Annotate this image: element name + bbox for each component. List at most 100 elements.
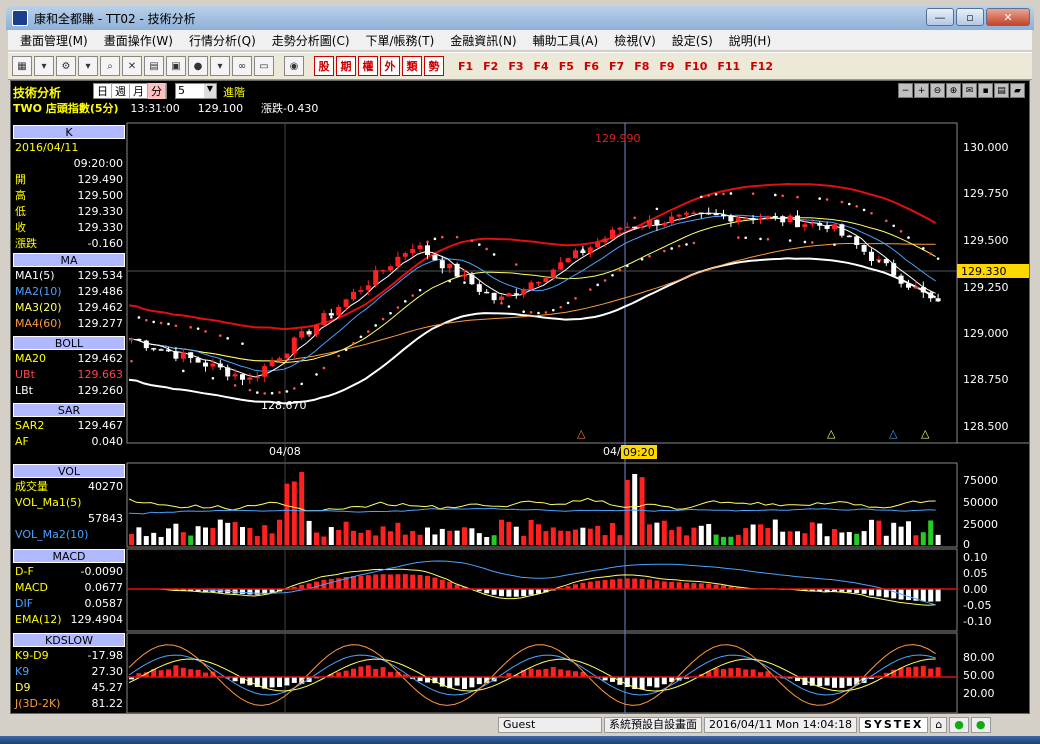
volume-bar bbox=[920, 532, 926, 545]
sar-dot bbox=[611, 273, 614, 277]
layout-icon[interactable]: ▦ bbox=[12, 56, 32, 76]
dropdown-icon[interactable]: ▾ bbox=[34, 56, 54, 76]
dropdown-icon[interactable]: ▾ bbox=[78, 56, 98, 76]
menu-item[interactable]: 畫面操作(W) bbox=[96, 32, 181, 49]
fkey-button[interactable]: F10 bbox=[681, 60, 712, 73]
candle-body bbox=[854, 236, 860, 246]
candle-body bbox=[373, 270, 379, 286]
sar-dot bbox=[352, 341, 355, 345]
candle-body bbox=[188, 352, 194, 359]
volume-bar bbox=[410, 530, 416, 545]
network-icon[interactable]: ⌂ bbox=[930, 717, 948, 733]
sar-dot bbox=[825, 198, 829, 201]
chart-canvas[interactable]: 130.000 129.750 129.500 129.250 129.000 … bbox=[11, 81, 1029, 713]
calculator-icon[interactable]: ▣ bbox=[166, 56, 186, 76]
kd-bar bbox=[365, 665, 371, 678]
candle-body bbox=[521, 289, 527, 295]
fkey-button[interactable]: F1 bbox=[454, 60, 477, 73]
menu-item[interactable]: 輔助工具(A) bbox=[525, 32, 607, 49]
sar-dot bbox=[226, 337, 229, 340]
fkey-button[interactable]: F4 bbox=[530, 60, 553, 73]
sar-dot bbox=[300, 382, 304, 386]
menu-item[interactable]: 走勢分析圖(C) bbox=[264, 32, 358, 49]
kd-bar bbox=[913, 666, 919, 678]
fkey-button[interactable]: F12 bbox=[746, 60, 777, 73]
candle-body bbox=[846, 235, 852, 238]
low-price-label: 128.670 bbox=[261, 399, 307, 412]
brand-logo-icon[interactable]: ◉ bbox=[284, 56, 304, 76]
app-logo-icon bbox=[12, 10, 28, 26]
volume-bar bbox=[676, 526, 682, 545]
volume-bar bbox=[402, 534, 408, 545]
signal-triangle-icon: △ bbox=[889, 427, 898, 440]
sar-dot bbox=[404, 300, 407, 303]
grid-icon[interactable]: ▤ bbox=[144, 56, 164, 76]
sar-dot bbox=[492, 253, 496, 256]
quick-futures-button[interactable]: 期 bbox=[336, 56, 356, 76]
candle-body bbox=[291, 337, 297, 354]
volume-bar bbox=[417, 534, 423, 545]
fkey-button[interactable]: F5 bbox=[555, 60, 578, 73]
close-window-icon[interactable]: ✕ bbox=[122, 56, 142, 76]
quick-foreign-button[interactable]: 外 bbox=[380, 56, 400, 76]
tools-icon[interactable]: ⚙ bbox=[56, 56, 76, 76]
search-icon[interactable]: ⌕ bbox=[100, 56, 120, 76]
candle-body bbox=[129, 338, 134, 341]
candle-body bbox=[173, 351, 179, 359]
status-bar: Guest 系統預設自設畫面 2016/04/11 Mon 14:04:18 S… bbox=[8, 716, 1032, 734]
volume-bar bbox=[743, 528, 749, 545]
fkey-button[interactable]: F11 bbox=[713, 60, 744, 73]
status-layout[interactable]: 系統預設自設畫面 bbox=[604, 717, 702, 733]
macd-bar bbox=[439, 579, 445, 590]
kd-bar bbox=[469, 677, 475, 688]
candle-body bbox=[713, 213, 719, 216]
fkey-button[interactable]: F6 bbox=[580, 60, 603, 73]
fkey-button[interactable]: F3 bbox=[504, 60, 527, 73]
volume-bar bbox=[225, 522, 231, 545]
dropdown-icon[interactable]: ▾ bbox=[210, 56, 230, 76]
macd-bar bbox=[632, 578, 638, 590]
sar-dot bbox=[907, 236, 910, 239]
kd-bar bbox=[713, 668, 719, 678]
volume-bar bbox=[136, 527, 142, 545]
candle-body bbox=[550, 269, 556, 279]
globe-icon[interactable]: ● bbox=[188, 56, 208, 76]
menu-item[interactable]: 畫面管理(M) bbox=[12, 32, 96, 49]
fkey-button[interactable]: F7 bbox=[605, 60, 628, 73]
quick-trend-button[interactable]: 勢 bbox=[424, 56, 444, 76]
close-button[interactable]: ✕ bbox=[986, 8, 1030, 26]
quick-stock-button[interactable]: 股 bbox=[314, 56, 334, 76]
menu-item[interactable]: 設定(S) bbox=[664, 32, 721, 49]
fkey-button[interactable]: F2 bbox=[479, 60, 502, 73]
maximize-button[interactable]: ▫ bbox=[956, 8, 984, 26]
kd-bar bbox=[839, 677, 845, 688]
volume-bar bbox=[173, 523, 179, 545]
sar-dot bbox=[589, 288, 592, 291]
candle-body bbox=[654, 219, 660, 226]
link-icon[interactable]: ∞ bbox=[232, 56, 252, 76]
macd-bar bbox=[654, 580, 660, 590]
window-icon[interactable]: ▭ bbox=[254, 56, 274, 76]
volume-bar bbox=[832, 529, 837, 545]
minimize-button[interactable]: — bbox=[926, 8, 954, 26]
menu-item[interactable]: 金融資訊(N) bbox=[442, 32, 524, 49]
menu-item[interactable]: 下單/帳務(T) bbox=[358, 32, 443, 49]
macd-bar bbox=[617, 578, 623, 590]
candle-body bbox=[817, 222, 823, 226]
sar-dot bbox=[707, 194, 710, 197]
price-tick: 129.750 bbox=[963, 187, 1009, 200]
fkey-button[interactable]: F9 bbox=[655, 60, 678, 73]
volume-bar bbox=[380, 526, 386, 545]
price-tick: 129.000 bbox=[963, 327, 1009, 340]
quick-options-button[interactable]: 權 bbox=[358, 56, 378, 76]
volume-bar bbox=[935, 534, 941, 545]
quick-category-button[interactable]: 類 bbox=[402, 56, 422, 76]
kd-bar bbox=[454, 677, 460, 686]
sar-dot bbox=[618, 268, 622, 272]
sar-dot bbox=[781, 194, 784, 198]
fkey-button[interactable]: F8 bbox=[630, 60, 653, 73]
menu-item[interactable]: 行情分析(Q) bbox=[181, 32, 264, 49]
volume-bar bbox=[735, 534, 741, 545]
menu-item[interactable]: 檢視(V) bbox=[606, 32, 664, 49]
menu-item[interactable]: 說明(H) bbox=[721, 32, 779, 49]
